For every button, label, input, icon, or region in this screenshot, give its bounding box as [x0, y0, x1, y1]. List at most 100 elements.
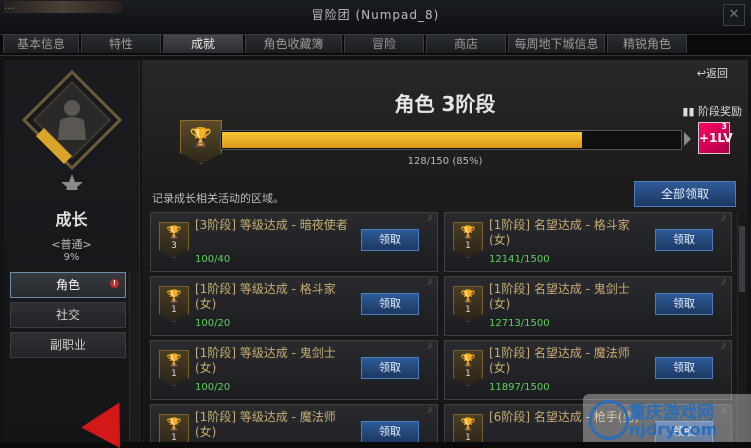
- corner-mark-icon: ╯: [427, 344, 433, 354]
- achievement-card: 🏆 1 [1阶段] 等级达成 - 鬼剑士(女) 100/20 领取 ╯: [150, 340, 438, 400]
- stage-progress-bar: [220, 130, 682, 150]
- tab-1[interactable]: 特性: [81, 34, 161, 53]
- category-menu: 角色! 社交副职业: [10, 272, 126, 362]
- category-percent: 9%: [63, 252, 80, 263]
- tab-0[interactable]: 基本信息: [3, 34, 79, 53]
- tab-5[interactable]: 商店: [426, 34, 506, 53]
- stage-reward-button[interactable]: ▮▮ 阶段奖励: [682, 103, 742, 119]
- achievement-trophy-icon: 🏆 1: [453, 286, 483, 322]
- corner-mark-icon: ╯: [721, 344, 727, 354]
- achievement-name: [1阶段] 名望达成 - 鬼剑士(女): [489, 282, 630, 311]
- alert-badge-icon: !: [110, 279, 119, 288]
- watermark-line2: njdry.com: [629, 420, 718, 439]
- trophy-cup-icon: 🏆: [460, 353, 476, 367]
- window-title: 冒险团 (Numpad_8): [311, 8, 440, 22]
- achievement-name: [1阶段] 名望达成 - 魔法师(女): [489, 346, 630, 375]
- achievement-count: 1: [465, 241, 471, 251]
- achievement-progress: 12141/1500: [489, 254, 550, 265]
- claim-button[interactable]: 领取: [361, 357, 419, 379]
- tab-2[interactable]: 成就: [163, 34, 243, 53]
- achievement-count: 1: [171, 305, 177, 315]
- claim-button[interactable]: 领取: [361, 229, 419, 251]
- achievement-trophy-icon: 🏆 1: [453, 222, 483, 258]
- achievement-trophy-icon: 🏆 3: [159, 222, 189, 258]
- tab-7[interactable]: 精锐角色: [607, 34, 687, 53]
- sidebar-item-1[interactable]: 社交: [10, 302, 126, 328]
- achievement-name: [3阶段] 等级达成 - 暗夜使者: [195, 218, 348, 232]
- category-sidebar: 成长 <普通> 9% 角色! 社交副职业: [4, 60, 140, 442]
- achievement-trophy-icon: 🏆 1: [159, 350, 189, 386]
- claim-button[interactable]: 领取: [655, 293, 713, 315]
- achievement-progress: 100/40: [195, 254, 231, 265]
- tab-bar: 基本信息 特性 成就 角色收藏簿 冒险 商店 每周地下城信息 精锐角色: [3, 34, 689, 54]
- scroll-thumb[interactable]: [739, 226, 745, 292]
- progress-arrow-icon: [684, 132, 691, 146]
- category-description: 记录成长相关活动的区域。: [152, 192, 284, 205]
- reward-bars-icon: ▮▮: [682, 105, 698, 118]
- achievement-name: [1阶段] 等级达成 - 鬼剑士(女): [195, 346, 336, 375]
- claim-button[interactable]: 领取: [361, 421, 419, 442]
- back-arrow-icon: ↩: [696, 67, 706, 80]
- achievement-card: 🏆 1 [1阶段] 名望达成 - 格斗家(女) 12141/1500 领取 ╯: [444, 212, 732, 272]
- achievement-progress: 100/20: [195, 382, 231, 393]
- close-button[interactable]: ✕: [723, 4, 745, 26]
- stage-progress-text: 128/150 (85%): [407, 156, 483, 167]
- sidebar-item-label: 副职业: [49, 338, 86, 352]
- trophy-cup-icon: 🏆: [460, 417, 476, 431]
- category-grade: <普通>: [51, 238, 92, 251]
- level-reward-icon[interactable]: +1LV 3: [698, 122, 733, 154]
- achievement-count: 1: [171, 369, 177, 379]
- achievement-panel: ↩返回 角色 3阶段 ▮▮ 阶段奖励 🏆 +1LV 3 128/150 (85%…: [142, 60, 748, 442]
- achievement-progress: 11897/1500: [489, 382, 550, 393]
- achievement-name: [1阶段] 名望达成 - 格斗家(女): [489, 218, 630, 247]
- achievement-name: [1阶段] 等级达成 - 格斗家(女): [195, 282, 336, 311]
- category-title: 成长: [55, 210, 88, 229]
- corner-mark-icon: ╯: [427, 408, 433, 418]
- back-button[interactable]: ↩返回: [697, 65, 728, 81]
- achievement-card: 🏆 3 [3阶段] 等级达成 - 暗夜使者 100/40 领取 ╯: [150, 212, 438, 272]
- tab-4[interactable]: 冒险: [344, 34, 424, 53]
- trophy-cup-icon: 🏆: [166, 353, 182, 367]
- corner-mark-icon: ╯: [427, 280, 433, 290]
- achievement-progress: 12713/1500: [489, 318, 550, 329]
- achievement-card: 🏆 1 [1阶段] 名望达成 - 魔法师(女) 11897/1500 领取 ╯: [444, 340, 732, 400]
- corner-mark-icon: ╯: [427, 216, 433, 226]
- achievement-trophy-icon: 🏆 1: [159, 414, 189, 442]
- achievement-count: 3: [171, 241, 177, 251]
- tab-3[interactable]: 角色收藏簿: [245, 34, 342, 53]
- achievement-trophy-icon: 🏆 1: [453, 350, 483, 386]
- claim-button[interactable]: 领取: [655, 357, 713, 379]
- achievement-card: 🏆 1 [1阶段] 等级达成 - 格斗家(女) 100/20 领取 ╯: [150, 276, 438, 336]
- growth-emblem-icon: [22, 70, 122, 190]
- achievement-count: 1: [465, 305, 471, 315]
- window-content: 成长 <普通> 9% 角色! 社交副职业 ↩返回 角色 3阶段 ▮▮ 阶段奖励 🏆…: [0, 55, 751, 442]
- watermark-logo-icon: [589, 400, 629, 440]
- trophy-cup-icon: 🏆: [460, 289, 476, 303]
- sidebar-item-2[interactable]: 副职业: [10, 332, 126, 358]
- trophy-cup-icon: 🏆: [460, 225, 476, 239]
- achievement-progress: 100/20: [195, 318, 231, 329]
- corner-mark-icon: ╯: [721, 280, 727, 290]
- achievement-trophy-icon: 🏆 1: [453, 414, 483, 442]
- site-watermark: 重庆游戏网 njdry.com: [583, 394, 751, 442]
- stage-title: 角色 3阶段: [394, 92, 496, 116]
- achievement-name: [1阶段] 等级达成 - 魔法师(女): [195, 410, 336, 439]
- stage-progress-fill: [222, 132, 582, 148]
- window-titlebar: … 冒险团 (Numpad_8) ✕: [0, 0, 751, 35]
- trophy-cup-icon: 🏆: [166, 289, 182, 303]
- claim-button[interactable]: 领取: [655, 229, 713, 251]
- trophy-cup-icon: 🏆: [166, 225, 182, 239]
- achievement-card: 🏆 1 [1阶段] 名望达成 - 鬼剑士(女) 12713/1500 领取 ╯: [444, 276, 732, 336]
- sidebar-item-label: 社交: [55, 308, 80, 322]
- claim-button[interactable]: 领取: [361, 293, 419, 315]
- trophy-cup-icon: 🏆: [166, 417, 182, 431]
- tab-6[interactable]: 每周地下城信息: [508, 34, 605, 53]
- sidebar-item-label: 角色: [55, 278, 80, 292]
- level-reward-count: 3: [721, 122, 727, 131]
- corner-mark-icon: ╯: [721, 216, 727, 226]
- claim-all-button[interactable]: 全部领取: [634, 181, 736, 207]
- achievement-card: 🏆 1 [1阶段] 等级达成 - 魔法师(女) 领取 ╯: [150, 404, 438, 442]
- achievement-trophy-icon: 🏆 1: [159, 286, 189, 322]
- achievement-count: 1: [465, 369, 471, 379]
- sidebar-item-0[interactable]: 角色!: [10, 272, 126, 298]
